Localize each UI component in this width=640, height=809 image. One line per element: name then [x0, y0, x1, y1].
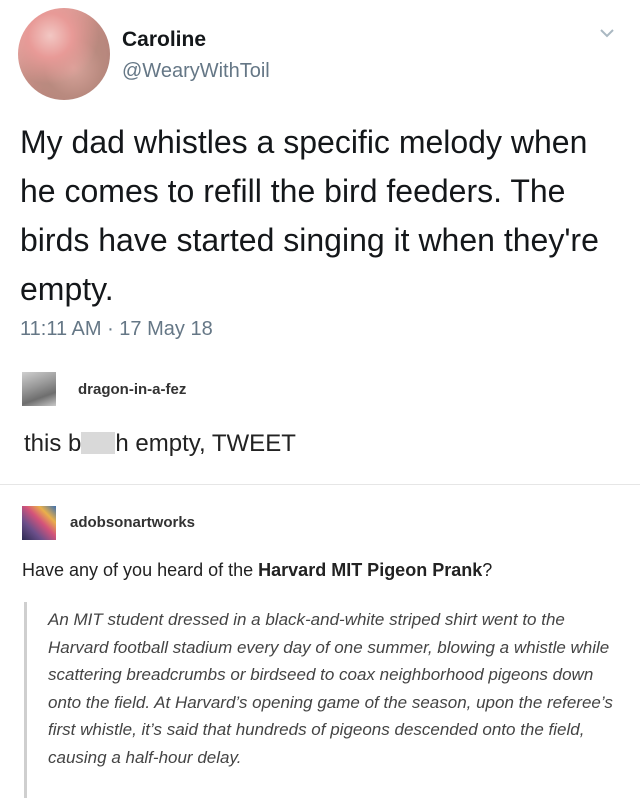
post-text-end: h empty, TWEET [115, 430, 296, 457]
post-text: this b h empty, TWEET [24, 430, 296, 458]
question-suffix: ? [482, 560, 493, 580]
avatar[interactable] [22, 372, 56, 406]
post-username[interactable]: adobsonartworks [70, 514, 195, 531]
post-question: Have any of you heard of the Harvard MIT… [22, 560, 492, 581]
blockquote: An MIT student dressed in a black-and-wh… [48, 610, 613, 767]
divider [0, 484, 640, 485]
question-bold: Harvard MIT Pigeon Prank [258, 560, 483, 580]
post-text-start: this b [24, 430, 82, 457]
tweet-card: Caroline @WearyWithToil My dad whistles … [0, 0, 640, 370]
avatar[interactable] [18, 8, 110, 100]
quote-bar [24, 602, 27, 798]
user-handle[interactable]: @WearyWithToil [122, 60, 270, 83]
tweet-text: My dad whistles a specific melody when h… [20, 124, 599, 307]
chevron-down-icon[interactable] [598, 24, 616, 42]
avatar[interactable] [22, 506, 56, 540]
post-username[interactable]: dragon-in-a-fez [78, 381, 186, 398]
tweet-timestamp[interactable]: 11:11 AM · 17 May 18 [20, 318, 213, 341]
display-name[interactable]: Caroline [122, 28, 206, 52]
censor-block [81, 432, 116, 454]
question-prefix: Have any of you heard of the [22, 560, 259, 580]
